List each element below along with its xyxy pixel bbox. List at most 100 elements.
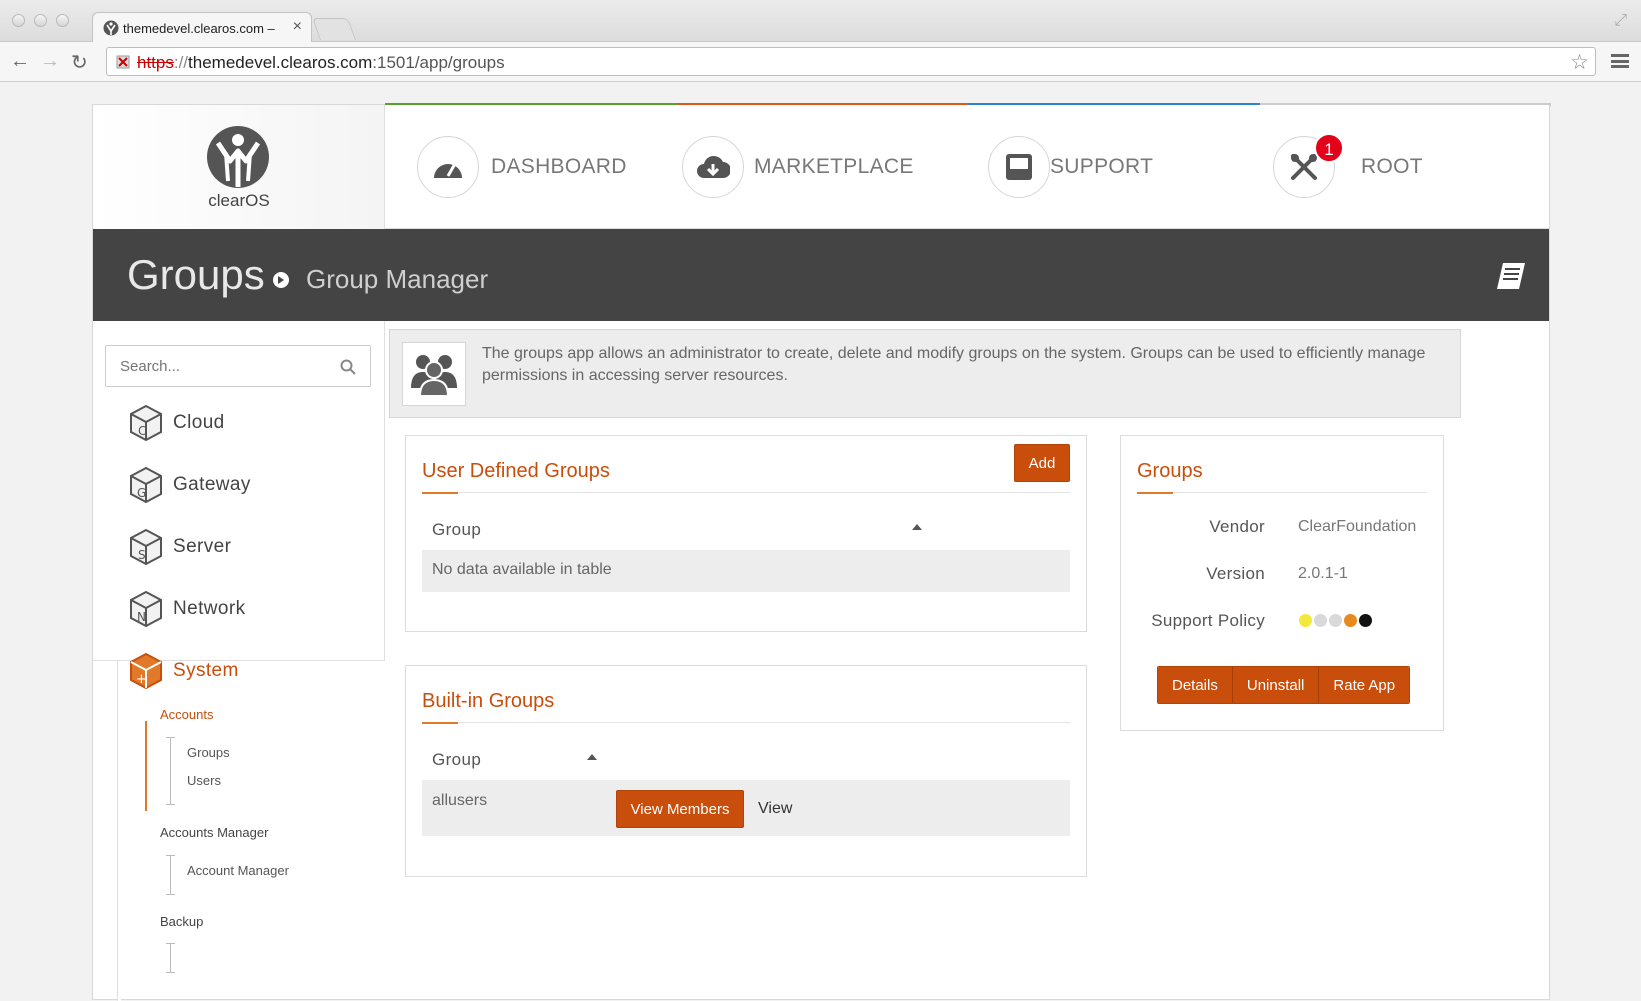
sidebar-category-label: Gateway	[173, 474, 251, 495]
version-value: 2.0.1-1	[1298, 565, 1348, 582]
new-tab-button[interactable]	[311, 18, 357, 40]
sidebar-category-server[interactable]: S Server	[129, 527, 231, 567]
cube-letter: G	[137, 486, 146, 500]
nav-label: ROOT	[1361, 155, 1423, 178]
sidebar-search[interactable]	[105, 345, 371, 387]
panel-divider	[422, 492, 1070, 494]
tab-close-icon[interactable]: ×	[293, 18, 302, 36]
window-zoom-icon[interactable]	[56, 14, 69, 27]
nav-support[interactable]: SUPPORT	[988, 135, 1153, 199]
top-navigation: clearOS DASHBOARD MARKETPLACE SUPPORT 1	[93, 105, 1549, 229]
browser-tab[interactable]: themedevel.clearos.com – ×	[92, 12, 312, 43]
reload-icon[interactable]: ↻	[71, 50, 88, 75]
clearos-logo-icon	[207, 126, 269, 188]
submenu-tree-line	[166, 855, 175, 895]
panel-divider	[1137, 492, 1427, 494]
app-actions: Details Uninstall Rate App	[1157, 666, 1411, 704]
column-header-group[interactable]: Group	[432, 750, 481, 770]
cube-g-icon: G	[130, 466, 162, 504]
system-rail	[117, 661, 121, 1001]
inbox-tray-icon	[988, 136, 1050, 198]
support-level-dot	[1314, 614, 1327, 627]
search-icon[interactable]	[340, 359, 356, 375]
cube-letter: +	[136, 672, 147, 687]
window-close-icon[interactable]	[12, 14, 25, 27]
sort-ascending-icon[interactable]	[912, 524, 922, 530]
cube-s-icon: S	[130, 528, 162, 566]
uninstall-button[interactable]: Uninstall	[1232, 667, 1320, 703]
group-name-cell: allusers	[432, 792, 488, 809]
system-active-bar	[145, 721, 147, 811]
forward-arrow-icon[interactable]: →	[40, 50, 60, 73]
sidebar-category-cloud[interactable]: C Cloud	[129, 403, 225, 443]
clearos-favicon-icon	[103, 20, 119, 36]
sort-ascending-icon[interactable]	[587, 754, 597, 760]
vendor-label: Vendor	[1209, 517, 1265, 536]
browser-menu-icon[interactable]	[1611, 54, 1629, 68]
address-bar[interactable]: https://themedevel.clearos.com:1501/app/…	[106, 47, 1596, 76]
fullscreen-icon[interactable]: ⤢	[1614, 12, 1627, 30]
page-header: Groups Group Manager	[93, 229, 1549, 321]
url-path: :1501/app/groups	[372, 53, 505, 72]
cloud-download-icon	[682, 136, 744, 198]
view-members-button[interactable]: View Members	[616, 790, 744, 828]
brand[interactable]: clearOS	[93, 105, 385, 229]
dashboard-gauge-icon	[417, 136, 479, 198]
submenu-tree-line	[166, 943, 175, 973]
sidebar-top: C Cloud G Gateway S Server N Network	[93, 321, 385, 661]
builtin-groups-panel: Built-in Groups Group allusers View Memb…	[405, 665, 1087, 877]
notification-badge[interactable]: 1	[1314, 133, 1344, 163]
url-text: https://themedevel.clearos.com:1501/app/…	[137, 53, 505, 73]
browser-tab-strip: themedevel.clearos.com – × ⤢	[0, 0, 1641, 43]
url-scheme: https	[137, 53, 174, 72]
submenu-tree-line	[166, 737, 175, 805]
nav-root[interactable]: 1 ROOT	[1273, 133, 1423, 199]
page-title: Groups	[127, 251, 265, 298]
cube-letter: S	[138, 548, 146, 562]
support-level-dot	[1329, 614, 1342, 627]
app-description-box: The groups app allows an administrator t…	[389, 329, 1461, 418]
cube-c-icon: C	[130, 404, 162, 442]
view-button[interactable]: View	[758, 800, 792, 818]
submenu-item-groups[interactable]: Groups	[187, 745, 230, 760]
sidebar: C Cloud G Gateway S Server N Network + S…	[93, 321, 385, 1001]
vendor-value: ClearFoundation	[1298, 518, 1417, 535]
sidebar-category-system[interactable]: + System	[129, 651, 239, 691]
app-info-panel: Groups Vendor ClearFoundation Version 2.…	[1120, 435, 1444, 731]
search-input[interactable]	[106, 346, 336, 386]
user-guide-book-icon[interactable]	[1495, 260, 1527, 292]
empty-table-message: No data available in table	[432, 561, 612, 578]
app-description: The groups app allows an administrator t…	[482, 345, 1426, 384]
column-header-group[interactable]: Group	[432, 520, 481, 540]
panel-title: User Defined Groups	[422, 460, 610, 482]
support-level-dot	[1299, 614, 1312, 627]
bookmark-star-icon[interactable]: ☆	[1570, 50, 1589, 75]
nav-dashboard[interactable]: DASHBOARD	[417, 135, 627, 199]
submenu-item-users[interactable]: Users	[187, 773, 221, 788]
panel-divider	[422, 722, 1070, 724]
browser-toolbar: ← → ↻ https://themedevel.clearos.com:150…	[0, 42, 1641, 82]
users-group-icon	[402, 342, 466, 406]
window-minimize-icon[interactable]	[34, 14, 47, 27]
sidebar-category-gateway[interactable]: G Gateway	[129, 465, 251, 505]
panel-title: Built-in Groups	[422, 690, 555, 712]
submenu-item-account-manager[interactable]: Account Manager	[187, 863, 289, 878]
submenu-accounts[interactable]: Accounts	[160, 707, 213, 722]
panel-title: Groups	[1137, 460, 1203, 482]
sidebar-category-network[interactable]: N Network	[129, 589, 245, 629]
back-arrow-icon[interactable]: ←	[10, 50, 30, 73]
sidebar-category-label: Cloud	[173, 412, 225, 433]
cube-n-icon: N	[130, 590, 162, 628]
support-policy-dots	[1299, 614, 1379, 628]
rate-app-button[interactable]: Rate App	[1319, 667, 1410, 703]
cube-system-icon: +	[130, 652, 162, 690]
tools-icon: 1	[1273, 133, 1344, 198]
url-host: themedevel.clearos.com	[188, 53, 373, 72]
nav-marketplace[interactable]: MARKETPLACE	[682, 135, 914, 199]
details-button[interactable]: Details	[1158, 667, 1233, 703]
submenu-backup[interactable]: Backup	[160, 914, 203, 929]
add-group-button[interactable]: Add	[1014, 444, 1070, 482]
app-frame: clearOS DASHBOARD MARKETPLACE SUPPORT 1	[92, 103, 1551, 1001]
submenu-accounts-manager[interactable]: Accounts Manager	[160, 825, 268, 840]
breadcrumb-arrow-icon	[273, 272, 289, 288]
